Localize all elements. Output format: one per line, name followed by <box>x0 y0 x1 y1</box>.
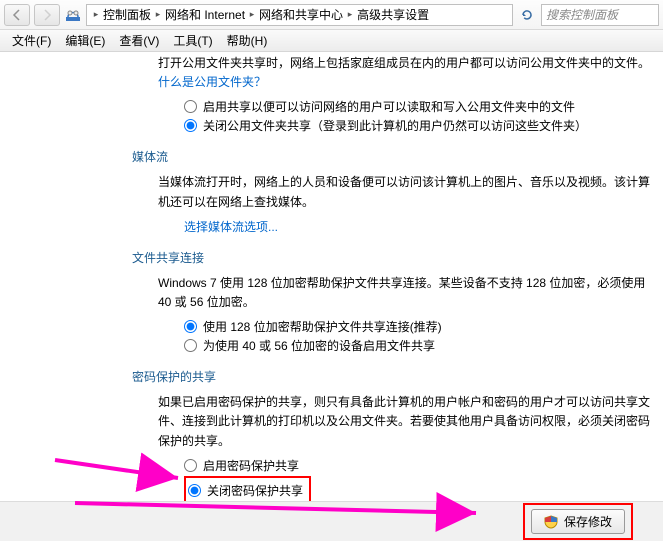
section-file-conn-title: 文件共享连接 <box>132 249 655 266</box>
radio-password-off[interactable]: 关闭密码保护共享 <box>188 482 303 499</box>
radio-public-folder-on[interactable]: 启用共享以便可以访问网络的用户可以读取和写入公用文件夹中的文件 <box>184 98 655 115</box>
nav-forward-button[interactable] <box>34 4 60 26</box>
radio-label: 启用共享以便可以访问网络的用户可以读取和写入公用文件夹中的文件 <box>203 98 575 115</box>
what-is-public-folder-link[interactable]: 什么是公用文件夹？ <box>158 75 266 89</box>
radio-128bit[interactable]: 使用 128 位加密帮助保护文件共享连接(推荐) <box>184 318 655 335</box>
chevron-left-icon <box>11 9 23 21</box>
menu-tools[interactable]: 工具(T) <box>167 30 218 51</box>
footer-bar: 保存修改 <box>0 501 663 541</box>
radio-label: 使用 128 位加密帮助保护文件共享连接(推荐) <box>203 318 442 335</box>
chevron-icon <box>247 9 257 20</box>
menu-file[interactable]: 文件(F) <box>6 30 57 51</box>
chevron-icon <box>345 9 355 20</box>
intro-text: 打开公用文件夹共享时，网络上包括家庭组成员在内的用户都可以访问公用文件夹中的文件… <box>158 54 655 92</box>
menu-help[interactable]: 帮助(H) <box>221 30 274 51</box>
refresh-icon <box>520 8 534 22</box>
highlight-save: 保存修改 <box>523 503 633 540</box>
highlight-password-off: 关闭密码保护共享 <box>184 476 311 501</box>
chevron-right-icon <box>41 9 53 21</box>
file-conn-desc: Windows 7 使用 128 位加密帮助保护文件共享连接。某些设备不支持 1… <box>158 274 655 312</box>
radio-input[interactable] <box>184 339 197 352</box>
search-input[interactable]: 搜索控制面板 <box>541 4 659 26</box>
shield-icon <box>544 515 558 529</box>
chevron-icon <box>91 9 101 20</box>
section-password-title: 密码保护的共享 <box>132 368 655 385</box>
radio-password-on[interactable]: 启用密码保护共享 <box>184 457 655 474</box>
menu-bar: 文件(F) 编辑(E) 查看(V) 工具(T) 帮助(H) <box>0 30 663 52</box>
menu-view[interactable]: 查看(V) <box>113 30 165 51</box>
media-desc: 当媒体流打开时，网络上的人员和设备便可以访问该计算机上的图片、音乐以及视频。该计… <box>158 173 655 211</box>
crumb-advanced-sharing[interactable]: 高级共享设置 <box>357 6 429 23</box>
crumb-network-internet[interactable]: 网络和 Internet <box>165 6 245 23</box>
save-changes-button[interactable]: 保存修改 <box>531 509 625 534</box>
settings-panel: 打开公用文件夹共享时，网络上包括家庭组成员在内的用户都可以访问公用文件夹中的文件… <box>0 54 663 501</box>
radio-label: 关闭公用文件夹共享（登录到此计算机的用户仍然可以访问这些文件夹） <box>203 117 587 134</box>
media-options-link[interactable]: 选择媒体流选项... <box>184 218 655 235</box>
save-button-label: 保存修改 <box>564 513 612 530</box>
menu-edit[interactable]: 编辑(E) <box>59 30 111 51</box>
radio-label: 关闭密码保护共享 <box>207 482 303 499</box>
refresh-button[interactable] <box>517 8 537 22</box>
breadcrumb[interactable]: 控制面板 网络和 Internet 网络和共享中心 高级共享设置 <box>86 4 513 26</box>
radio-40-56bit[interactable]: 为使用 40 或 56 位加密的设备启用文件共享 <box>184 337 655 354</box>
password-desc: 如果已启用密码保护的共享，则只有具备此计算机的用户帐户和密码的用户才可以访问共享… <box>158 393 655 451</box>
crumb-sharing-center[interactable]: 网络和共享中心 <box>259 6 343 23</box>
crumb-control-panel[interactable]: 控制面板 <box>103 6 151 23</box>
chevron-icon <box>153 9 163 20</box>
location-icon <box>64 6 82 24</box>
radio-input[interactable] <box>184 119 197 132</box>
radio-label: 为使用 40 或 56 位加密的设备启用文件共享 <box>203 337 435 354</box>
radio-public-folder-off[interactable]: 关闭公用文件夹共享（登录到此计算机的用户仍然可以访问这些文件夹） <box>184 117 655 134</box>
address-bar: 控制面板 网络和 Internet 网络和共享中心 高级共享设置 搜索控制面板 <box>0 0 663 30</box>
radio-input[interactable] <box>184 100 197 113</box>
radio-input[interactable] <box>184 320 197 333</box>
radio-input[interactable] <box>188 484 201 497</box>
nav-back-button[interactable] <box>4 4 30 26</box>
radio-input[interactable] <box>184 459 197 472</box>
radio-label: 启用密码保护共享 <box>203 457 299 474</box>
intro-text-body: 打开公用文件夹共享时，网络上包括家庭组成员在内的用户都可以访问公用文件夹中的文件… <box>158 56 650 70</box>
search-placeholder: 搜索控制面板 <box>546 6 618 23</box>
section-media-title: 媒体流 <box>132 148 655 165</box>
